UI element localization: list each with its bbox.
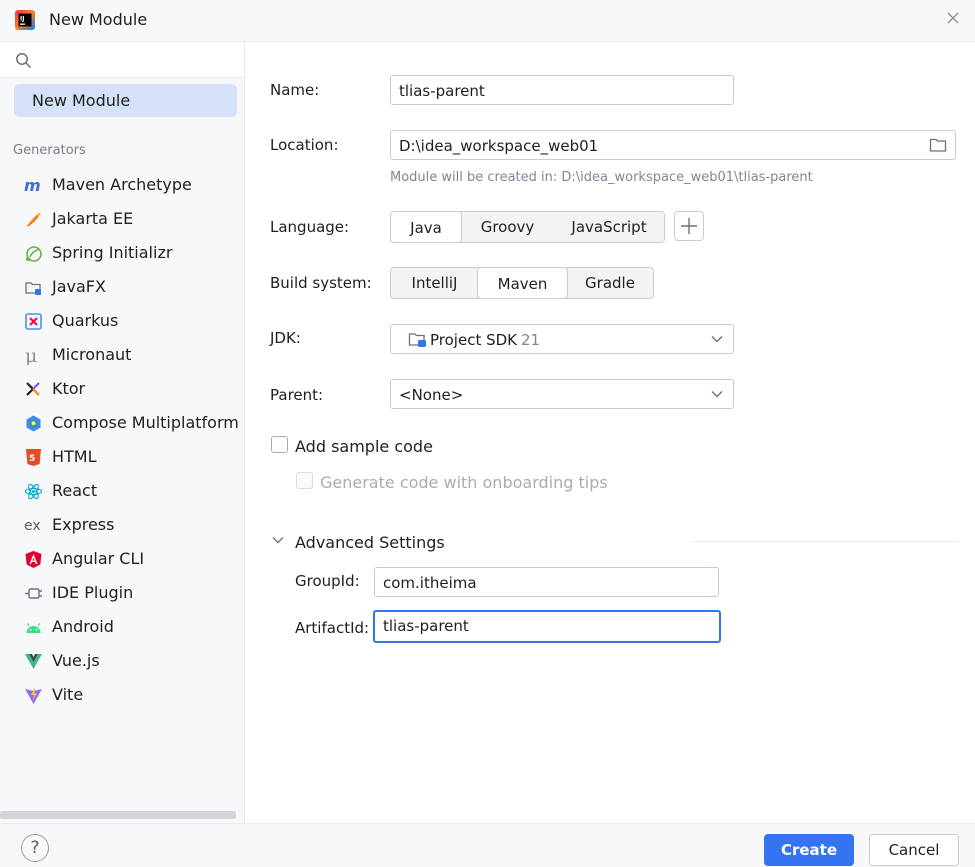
onboarding-tips-checkbox[interactable] [296,472,313,489]
jdk-value: Project SDK [430,331,517,349]
jdk-version: 21 [521,331,541,349]
create-button[interactable]: Create [764,834,854,866]
jakarta-ee-icon [26,212,41,227]
language-option-javascript[interactable]: JavaScript [554,212,664,242]
window-title: New Module [49,10,148,29]
sdk-folder-icon [408,333,426,347]
artifactid-field[interactable]: tlias-parent [373,610,721,643]
plugin-icon [25,588,42,599]
svg-text:m: m [24,176,41,195]
plus-icon [681,218,697,234]
language-selector: Java Groovy JavaScript [390,211,665,243]
help-button[interactable]: ? [21,834,49,862]
chevron-down-icon [711,391,723,398]
parent-label: Parent: [270,386,324,404]
chevron-down-icon[interactable] [272,536,284,544]
svg-text:5: 5 [29,454,35,464]
onboarding-tips-label: Generate code with onboarding tips [320,473,608,492]
build-system-selector: IntelliJ Maven Gradle [390,267,654,299]
generators-header: Generators [13,143,86,158]
svg-text:μ: μ [25,346,37,365]
spring-icon [26,246,42,262]
sidebar-item-express[interactable]: ex Express [0,509,244,541]
search-row [0,42,244,78]
parent-value: <None> [399,386,464,404]
express-icon: ex [24,518,41,534]
sidebar: New Module Generators m Maven Archetype … [0,42,245,823]
sidebar-item-new-module[interactable]: New Module [14,84,237,117]
build-option-gradle[interactable]: Gradle [567,268,653,298]
name-field[interactable]: tlias-parent [390,75,734,105]
quarkus-icon [25,313,42,330]
sidebar-item-angular-cli[interactable]: Angular CLI [0,543,244,575]
sample-code-label: Add sample code [295,437,433,456]
footer-bar: ? Create Cancel [0,823,975,867]
vue-icon [25,654,42,669]
folder-icon[interactable] [929,137,947,153]
sidebar-item-javafx[interactable]: JavaFX [0,271,244,303]
add-language-button[interactable] [674,211,704,241]
form-panel: Name: tlias-parent Location: D:\idea_wor… [245,42,975,823]
jdk-dropdown[interactable]: Project SDK 21 [390,324,734,354]
location-hint: Module will be created in: D:\idea_works… [390,170,813,185]
react-icon [24,483,43,500]
svg-text:IJ: IJ [20,16,24,23]
close-icon[interactable] [945,10,961,26]
advanced-settings-toggle[interactable]: Advanced Settings [295,533,445,552]
sidebar-item-vue[interactable]: Vue.js [0,645,244,677]
sidebar-item-ktor[interactable]: Ktor [0,373,244,405]
language-option-java[interactable]: Java [390,211,462,243]
location-label: Location: [270,136,339,154]
javafx-icon [25,282,41,295]
search-input[interactable] [40,48,236,72]
language-option-groovy[interactable]: Groovy [461,212,554,242]
build-option-intellij[interactable]: IntelliJ [391,268,478,298]
vite-icon [25,688,42,704]
sidebar-item-micronaut[interactable]: μ Micronaut [0,339,244,371]
intellij-app-icon: IJ [15,10,35,30]
sidebar-item-html[interactable]: 5 HTML [0,441,244,473]
sidebar-item-vite[interactable]: Vite [0,679,244,711]
search-icon [16,53,32,69]
sidebar-item-jakarta-ee[interactable]: Jakarta EE [0,203,244,235]
maven-icon: m [24,176,41,195]
sidebar-item-spring-initializr[interactable]: Spring Initializr [0,237,244,269]
ktor-icon [26,382,40,396]
build-system-label: Build system: [270,274,372,292]
sidebar-scrollbar[interactable] [0,811,236,819]
language-label: Language: [270,218,350,236]
compose-icon [26,415,41,432]
sidebar-item-react[interactable]: React [0,475,244,507]
sidebar-item-ide-plugin[interactable]: IDE Plugin [0,577,244,609]
html5-icon: 5 [26,449,41,466]
parent-dropdown[interactable]: <None> [390,379,734,409]
sample-code-checkbox[interactable] [271,436,288,453]
chevron-down-icon [711,336,723,343]
jdk-label: JDK: [270,329,301,347]
location-value: D:\idea_workspace_web01 [399,137,599,155]
title-bar: IJ New Module [0,0,975,42]
groupid-field[interactable]: com.itheima [374,567,719,597]
artifactid-label: ArtifactId: [295,619,370,637]
sidebar-item-android[interactable]: Android [0,611,244,643]
advanced-divider [691,541,959,542]
sidebar-item-compose-multiplatform[interactable]: Compose Multiplatform [0,407,244,439]
angular-icon [25,551,42,568]
micronaut-icon: μ [25,346,37,365]
android-icon [26,623,41,633]
cancel-button[interactable]: Cancel [869,834,959,866]
name-label: Name: [270,81,320,99]
build-option-maven[interactable]: Maven [477,267,568,299]
svg-text:ex: ex [24,518,41,534]
groupid-label: GroupId: [295,572,360,590]
sidebar-item-maven-archetype[interactable]: m Maven Archetype [0,169,244,201]
location-field[interactable]: D:\idea_workspace_web01 [390,130,956,160]
sidebar-item-quarkus[interactable]: Quarkus [0,305,244,337]
